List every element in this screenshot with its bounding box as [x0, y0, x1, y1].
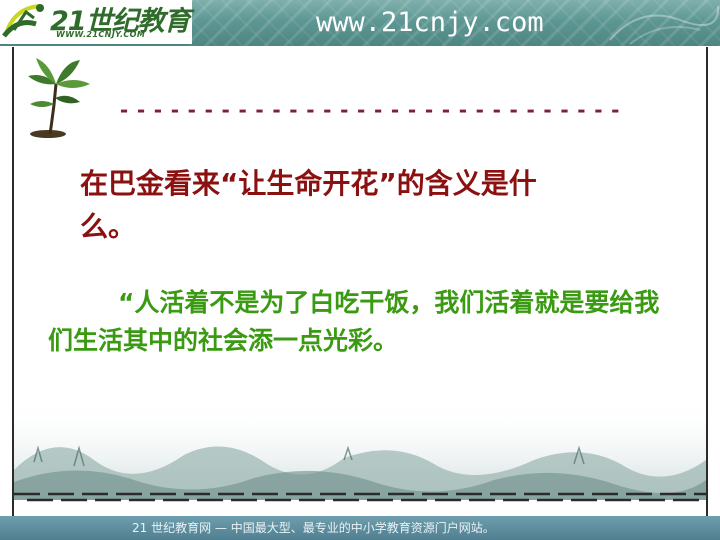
footer-text: 21 世纪教育网 — 中国最大型、最专业的中小学教育资源门户网站。 [132, 521, 495, 535]
header-flourish [609, 5, 720, 45]
dashed-divider: ------------------------------ [118, 104, 627, 116]
header-banner: 21世纪教育 WWW.21CNJY.COM www.21cnjy.com [0, 0, 720, 46]
plant-icon [28, 58, 90, 138]
logo-subtext: WWW.21CNJY.COM [56, 30, 146, 39]
logo: 21世纪教育 WWW.21CNJY.COM [0, 0, 192, 44]
chain-border [14, 492, 706, 502]
slide: 21世纪教育 WWW.21CNJY.COM www.21cnjy.com ---… [0, 0, 720, 540]
scenery-decoration [14, 400, 706, 500]
footer-banner: 21 世纪教育网 — 中国最大型、最专业的中小学教育资源门户网站。 [0, 516, 720, 540]
question-text: 在巴金看来“让生命开花”的含义是什么。 [80, 167, 537, 243]
logo-runner-icon [2, 4, 44, 38]
site-url: www.21cnjy.com [316, 7, 544, 38]
quote-text: “人活着不是为了白吃干饭，我们活着就是要给我们生活其中的社会添一点光彩。 [48, 288, 660, 355]
